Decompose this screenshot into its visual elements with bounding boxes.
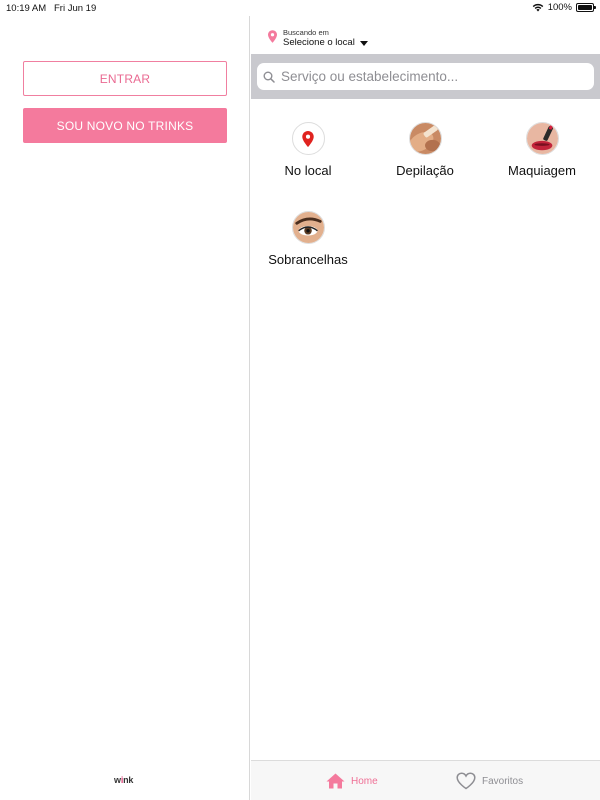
tab-favorites-label: Favoritos (482, 775, 524, 787)
location-text: Buscando em Selecione o local (283, 28, 368, 49)
makeup-photo (525, 122, 559, 155)
battery-percent: 100% (547, 2, 572, 13)
location-selector[interactable]: Buscando em Selecione o local (268, 28, 368, 49)
signup-button[interactable]: SOU NOVO NO TRINKS (23, 108, 227, 143)
tab-favorites[interactable]: Favoritos (456, 761, 523, 800)
category-label: No local (284, 163, 332, 178)
location-pin-icon (268, 30, 277, 43)
depilation-photo (408, 122, 442, 155)
status-indicators: 100% (532, 2, 596, 13)
search-icon (263, 71, 275, 83)
status-time: 10:19 AM (6, 3, 47, 14)
main-content: Buscando em Selecione o local N (251, 16, 600, 800)
location-value: Selecione o local (283, 37, 355, 48)
search-bar (251, 54, 600, 99)
battery-icon (576, 3, 596, 12)
login-button[interactable]: ENTRAR (23, 61, 227, 96)
category-maquiagem[interactable]: Maquiagem (492, 122, 592, 178)
category-label: Depilação (396, 163, 454, 178)
location-pin-icon (291, 122, 325, 155)
side-menu: ENTRAR SOU NOVO NO TRINKS wink (0, 16, 250, 800)
category-no-local[interactable]: No local (258, 122, 358, 178)
status-date: Fri Jun 19 (54, 3, 97, 14)
search-box[interactable] (257, 63, 594, 90)
eyebrow-photo (291, 211, 325, 244)
wifi-icon (532, 3, 543, 12)
battery-level (578, 5, 592, 10)
tab-home-label: Home (351, 775, 378, 787)
search-input[interactable] (281, 69, 571, 84)
location-caption: Buscando em (283, 28, 329, 37)
home-icon (326, 773, 345, 789)
heart-icon (456, 772, 476, 790)
tab-bar: Home Favoritos (251, 760, 600, 800)
category-sobrancelhas[interactable]: Sobrancelhas (258, 211, 358, 267)
wink-logo: wink (114, 775, 134, 785)
chevron-down-icon (359, 40, 368, 46)
status-bar: 10:19 AM Fri Jun 19 100% (0, 0, 600, 16)
category-depilacao[interactable]: Depilação (375, 122, 475, 178)
location-value-row: Selecione o local (283, 37, 368, 49)
tab-home[interactable]: Home (326, 761, 378, 800)
category-label: Sobrancelhas (268, 252, 348, 267)
category-label: Maquiagem (508, 163, 576, 178)
